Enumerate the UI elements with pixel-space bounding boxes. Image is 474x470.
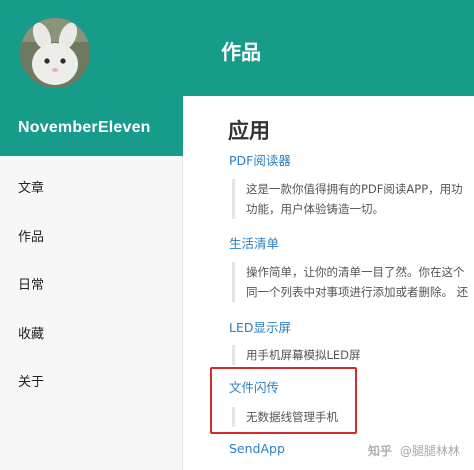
nav-item-about[interactable]: 关于 [0,350,183,399]
zhihu-logo-icon: 知乎 [368,444,393,458]
nav-item-favorites[interactable]: 收藏 [0,302,183,351]
highlight-annotation-box [210,367,357,434]
app-desc-line: 同一个列表中对事项进行添加或者删除。 还 [246,285,469,299]
avatar[interactable] [20,18,90,88]
site-name[interactable]: NovemberEleven [18,119,151,137]
app-desc-line: 操作简单，让你的清单一目了然。你在这个 [246,265,465,279]
watermark-text: @腿腿林林 [399,444,460,458]
app-link-pdf-reader[interactable]: PDF阅读器 [229,150,291,169]
app-link-led-display[interactable]: LED显示屏 [229,317,291,336]
section-title: 应用 [228,119,270,143]
app-link-life-list[interactable]: 生活清单 [229,233,279,252]
app-link-sendapp[interactable]: SendApp [229,441,285,456]
page-title: 作品 [221,40,261,64]
app-desc-led-display: 用手机屏幕模拟LED屏 [232,345,361,365]
app-desc-pdf-reader: 这是一款你值得拥有的PDF阅读APP，用功 功能，用户体验铸造一切。 [232,179,463,219]
app-desc-line: 这是一款你值得拥有的PDF阅读APP，用功 [246,182,463,196]
nav-item-articles[interactable]: 文章 [0,156,183,205]
avatar-image [20,18,90,88]
sidebar-header: NovemberEleven [0,0,183,156]
nav-item-works[interactable]: 作品 [0,205,183,254]
app-desc-line: 用手机屏幕模拟LED屏 [246,348,361,362]
app-desc-life-list: 操作简单，让你的清单一目了然。你在这个 同一个列表中对事项进行添加或者删除。 还 [232,262,468,302]
sidebar-nav: 文章 作品 日常 收藏 关于 [0,156,183,399]
sidebar: NovemberEleven 文章 作品 日常 收藏 关于 [0,0,183,470]
top-header: 作品 [183,0,474,96]
app-desc-line: 功能，用户体验铸造一切。 [246,202,384,216]
watermark: 知乎 @腿腿林林 [368,442,460,459]
nav-item-daily[interactable]: 日常 [0,253,183,302]
